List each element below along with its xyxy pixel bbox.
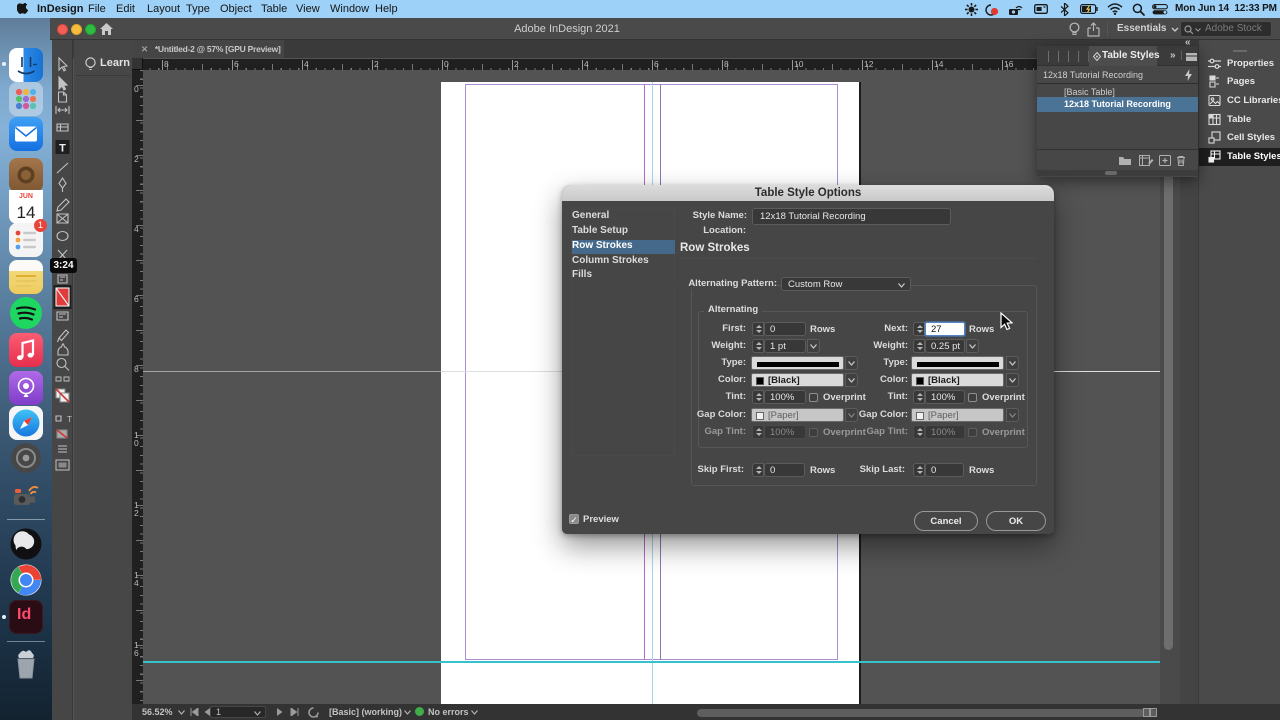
svg-text:T: T xyxy=(67,415,72,424)
svg-text:14: 14 xyxy=(17,203,36,222)
svg-text:JUN: JUN xyxy=(19,193,33,200)
svg-text:T: T xyxy=(59,143,66,155)
